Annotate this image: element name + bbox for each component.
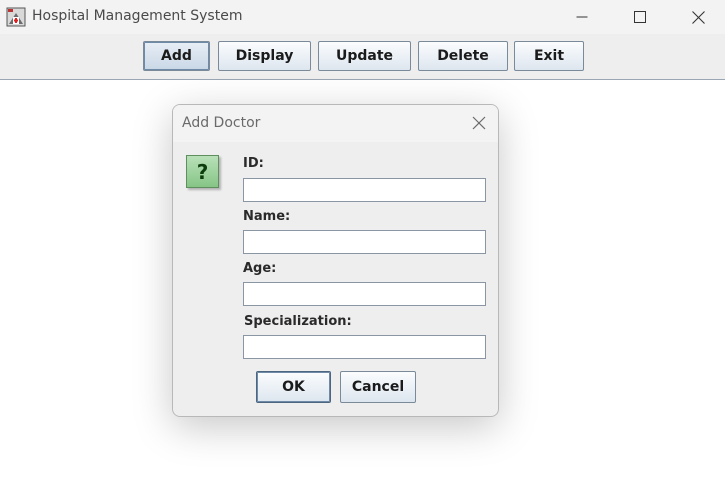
close-button[interactable]	[669, 0, 725, 34]
id-label: ID:	[243, 156, 264, 171]
title-bar: Hospital Management System	[0, 0, 725, 34]
exit-button[interactable]: Exit	[514, 41, 584, 71]
maximize-icon	[634, 11, 646, 23]
delete-button[interactable]: Delete	[418, 41, 508, 71]
display-button[interactable]: Display	[218, 41, 311, 71]
app-icon	[6, 7, 26, 27]
dialog-title: Add Doctor	[182, 115, 261, 131]
update-button[interactable]: Update	[318, 41, 411, 71]
toolbar: Add Display Update Delete Exit	[0, 34, 725, 80]
ok-button[interactable]: OK	[256, 371, 331, 403]
specialization-input[interactable]	[243, 335, 486, 359]
age-label: Age:	[243, 261, 277, 276]
window-title: Hospital Management System	[32, 8, 243, 24]
minimize-button[interactable]	[553, 0, 611, 34]
main-window: Hospital Management System Add Display U…	[0, 0, 725, 482]
specialization-label: Specialization:	[244, 314, 352, 329]
add-button[interactable]: Add	[143, 41, 210, 71]
dialog-title-bar: Add Doctor	[173, 105, 498, 142]
maximize-button[interactable]	[611, 0, 669, 34]
dialog-close-button[interactable]	[470, 114, 488, 132]
close-icon	[472, 116, 486, 130]
id-input[interactable]	[243, 178, 486, 202]
cancel-button[interactable]: Cancel	[340, 371, 416, 403]
name-label: Name:	[243, 209, 291, 224]
question-icon: ?	[186, 155, 219, 188]
add-doctor-dialog: Add Doctor ? ID: Name: Age: Specializati…	[172, 104, 499, 417]
age-input[interactable]	[243, 282, 486, 306]
name-input[interactable]	[243, 230, 486, 254]
close-icon	[691, 10, 705, 24]
minimize-icon	[576, 16, 588, 18]
